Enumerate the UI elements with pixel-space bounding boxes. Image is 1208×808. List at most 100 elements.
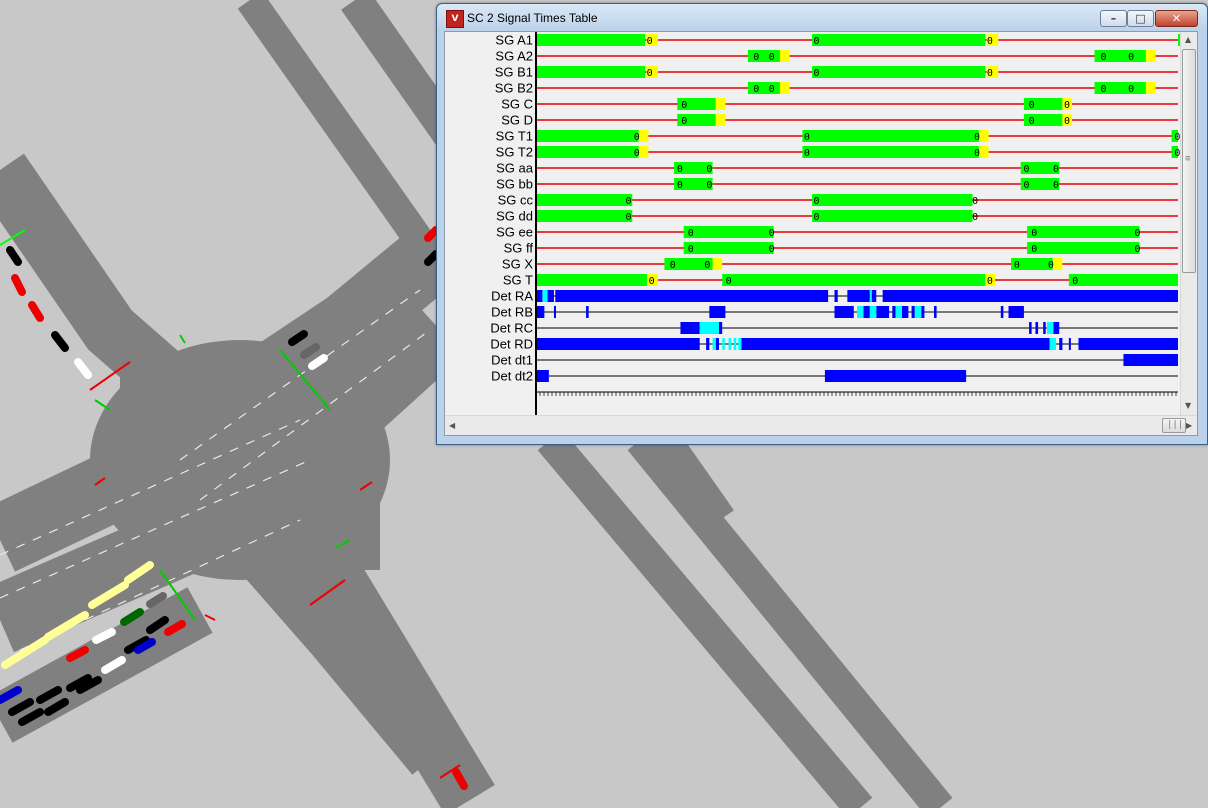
phase-time-label: 0	[688, 244, 694, 255]
row-label: SG dd	[496, 209, 533, 224]
window-titlebar[interactable]: V SC 2 Signal Times Table – □ ✕	[437, 4, 1207, 30]
detector-pulse	[1068, 338, 1071, 350]
amber-phase-bar	[1052, 258, 1063, 270]
phase-time-label: 0	[1135, 228, 1141, 239]
horizontal-scroll-thumb[interactable]: |||	[1162, 418, 1186, 433]
vehicle	[424, 250, 440, 266]
arrow-right-icon[interactable]: ▶	[1186, 421, 1192, 430]
phase-time-label: 0	[972, 196, 978, 207]
detector-occupied-pulse	[1049, 338, 1057, 350]
chart-row: SG T1 0 0 0 0	[496, 129, 1180, 144]
row-label: Det dt2	[491, 369, 533, 384]
minimize-button[interactable]: –	[1100, 10, 1127, 27]
chart-row: SG aa 0 0 0 0	[496, 161, 1178, 176]
detector-pulse	[553, 306, 556, 318]
chart-row: Det RB	[491, 305, 1178, 320]
amber-phase-bar	[638, 130, 649, 142]
chart-row: SG D 0 0 0	[501, 113, 1178, 128]
phase-time-label: 0	[814, 36, 820, 47]
phase-time-label: 0	[769, 244, 775, 255]
phase-time-label: 0	[681, 116, 687, 127]
phase-time-label: 0	[726, 276, 732, 287]
green-phase-bar	[536, 194, 633, 206]
detector-pulse	[1035, 322, 1039, 334]
green-phase-bar	[1068, 274, 1178, 286]
detector-pulse	[1000, 306, 1004, 318]
phase-time-label: 0	[1031, 244, 1037, 255]
detector-pulse	[921, 306, 925, 318]
close-icon: ✕	[1171, 12, 1182, 25]
vertical-scrollbar[interactable]: ▲ ≡ ▼	[1180, 32, 1197, 415]
detector-occupied-pulse	[869, 306, 877, 318]
detector-pulse	[547, 290, 554, 302]
green-phase-bar	[1027, 226, 1140, 238]
chart-row: SG ff 0 0 0 0	[504, 241, 1178, 256]
green-phase-bar	[812, 210, 973, 222]
phase-time-label: 0	[1053, 164, 1059, 175]
phase-time-label: 0	[670, 260, 676, 271]
arrow-up-icon[interactable]: ▲	[1185, 35, 1191, 44]
amber-phase-bar	[1145, 82, 1156, 94]
phase-time-label: 0	[1023, 180, 1029, 191]
chart-row: SG B1 0 0 0	[495, 65, 1178, 80]
arrow-down-icon[interactable]: ▼	[1185, 401, 1191, 410]
phase-time-label: 0	[814, 68, 820, 79]
detector-pulse	[741, 338, 1050, 350]
phase-time-label: 0	[677, 180, 683, 191]
phase-time-label: 0	[1029, 100, 1035, 111]
row-label: SG ff	[504, 241, 534, 256]
signal-times-client: SG A1 0 0 0 SG A2 0 0 0 0 SG B1 0 0 0 SG B2 0 0 0 0 SG C 0 0…	[444, 31, 1198, 436]
green-phase-bar	[683, 226, 774, 238]
signal-times-table-window[interactable]: V SC 2 Signal Times Table – □ ✕ SG A1 0 0 0…	[436, 3, 1208, 445]
detector-pulse	[1078, 338, 1178, 350]
phase-time-label: 0	[814, 196, 820, 207]
detector-occupied-pulse	[722, 338, 725, 350]
green-phase-bar	[683, 242, 774, 254]
close-button[interactable]: ✕	[1155, 10, 1198, 27]
chart-row: Det RA	[491, 289, 1178, 304]
phase-time-label: 0	[974, 148, 980, 159]
phase-time-label: 0	[769, 52, 775, 63]
phase-time-label: 0	[704, 260, 710, 271]
detector-occupied-pulse	[542, 290, 548, 302]
phase-time-label: 0	[706, 164, 712, 175]
detector-pulse	[892, 306, 896, 318]
scroll-grip: |||	[1167, 420, 1184, 430]
row-label: Det RB	[491, 305, 533, 320]
phase-time-label: 0	[814, 212, 820, 223]
row-label: SG bb	[496, 177, 533, 192]
phase-time-label: 0	[625, 212, 631, 223]
detector-pulse	[680, 322, 700, 334]
stop-line	[204, 614, 216, 621]
detector-pulse	[586, 306, 589, 318]
green-phase-bar	[802, 130, 979, 142]
phase-time-label: 0	[987, 276, 993, 287]
detector-pulse	[709, 306, 726, 318]
amber-phase-bar	[638, 146, 649, 158]
phase-time-label: 0	[1128, 52, 1134, 63]
vertical-scroll-thumb[interactable]: ≡	[1182, 49, 1196, 273]
phase-time-label: 0	[677, 164, 683, 175]
detector-pulse	[1043, 322, 1046, 334]
green-phase-bar	[812, 194, 973, 206]
chart-row: Det RD	[490, 337, 1178, 352]
phase-time-label: 0	[1101, 84, 1107, 95]
maximize-button[interactable]: □	[1127, 10, 1154, 27]
detector-occupied-pulse	[895, 306, 902, 318]
row-label: Det RC	[490, 321, 533, 336]
green-phase-bar	[536, 130, 639, 142]
horizontal-scrollbar[interactable]: ◀ ||| ▶	[445, 415, 1197, 435]
row-label: SG B1	[495, 65, 533, 80]
detector-pulse	[1059, 338, 1063, 350]
window-title: SC 2 Signal Times Table	[467, 11, 598, 25]
detector-pulse	[1029, 322, 1032, 334]
chart-row: Det dt1	[491, 353, 1178, 368]
chart-row: SG bb 0 0 0 0	[496, 177, 1178, 192]
vissim-icon[interactable]: V	[446, 10, 464, 28]
arrow-left-icon[interactable]: ◀	[449, 421, 455, 430]
phase-time-label: 0	[804, 148, 810, 159]
amber-phase-bar	[779, 50, 790, 62]
row-label: SG aa	[496, 161, 534, 176]
row-label: SG C	[501, 97, 533, 112]
detector-occupied-pulse	[699, 322, 719, 334]
